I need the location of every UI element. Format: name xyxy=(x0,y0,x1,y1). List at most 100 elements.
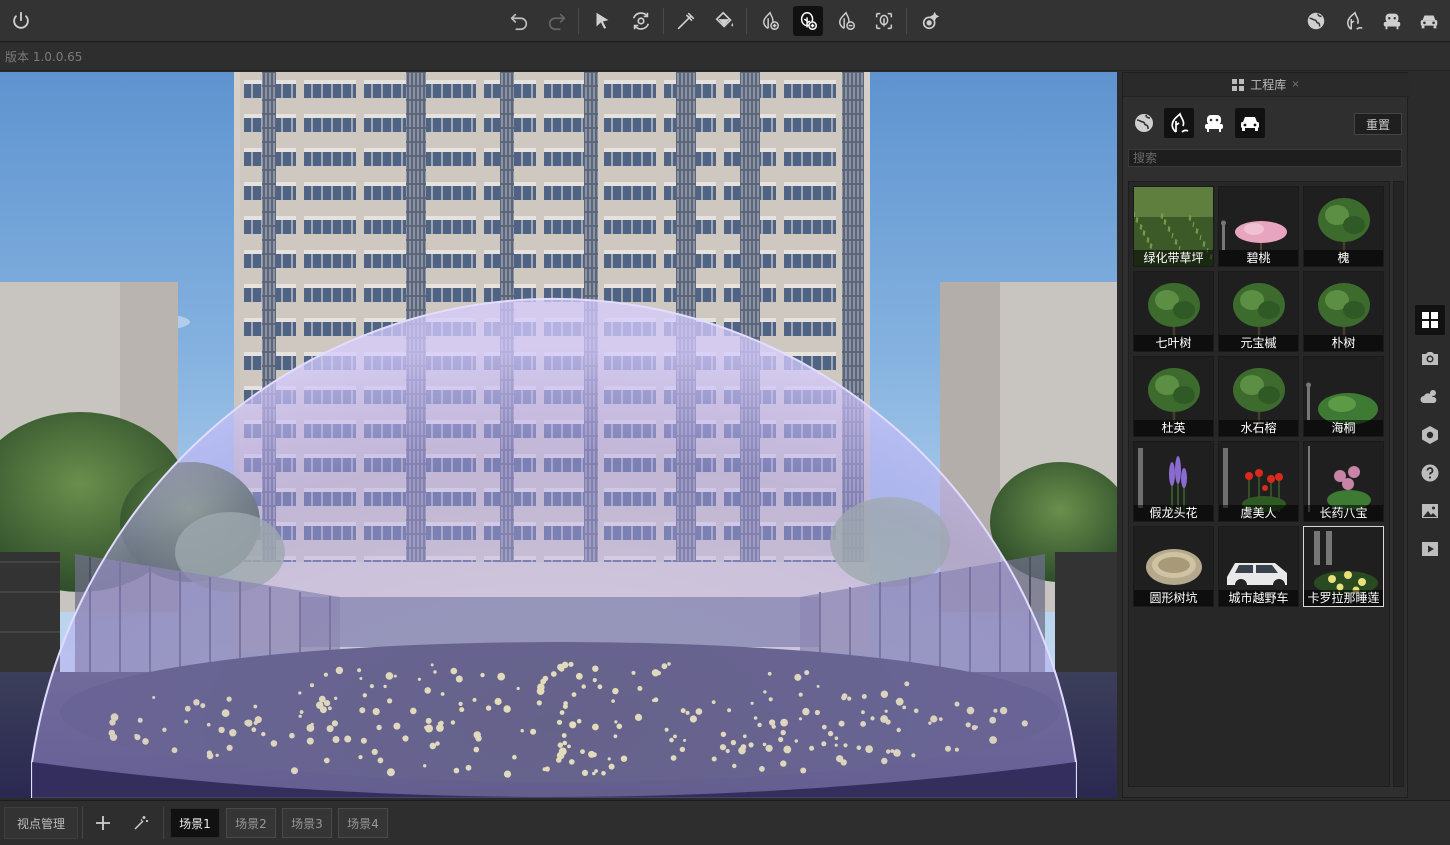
plant-brush-button[interactable] xyxy=(793,6,823,36)
panel-title: 工程库 xyxy=(1250,78,1287,92)
side-tool-strip xyxy=(1410,72,1450,798)
asset-label: 绿化带草坪 xyxy=(1134,250,1213,266)
camera-button[interactable] xyxy=(1415,343,1445,373)
redo-button[interactable] xyxy=(542,6,572,36)
redo-icon xyxy=(548,13,566,31)
play-icon xyxy=(1422,542,1438,556)
power-button[interactable] xyxy=(6,6,36,36)
scene-tab[interactable]: 场景1 xyxy=(170,808,220,838)
top-toolbar xyxy=(0,0,1450,42)
camera-icon xyxy=(1422,352,1438,365)
asset-tile[interactable]: 虞美人 xyxy=(1218,441,1299,522)
plant-remove-icon xyxy=(839,11,855,30)
asset-tile[interactable]: 圆形树坑 xyxy=(1133,526,1214,607)
bottom-bar: 视点管理 场景1 场景2 场景3 场景4 xyxy=(0,800,1450,845)
asset-tile[interactable]: 元宝槭 xyxy=(1218,271,1299,352)
asset-tile[interactable]: 长药八宝 xyxy=(1303,441,1384,522)
asset-tile[interactable]: 绿化带草坪 xyxy=(1133,186,1214,267)
project-library-panel: 工程库 × 重置 绿化带草坪碧桃槐七叶树元宝槭朴树杜英水石榕海桐假龙头花虞美人长… xyxy=(1122,72,1409,798)
furniture-icon xyxy=(1205,115,1223,132)
asset-tile[interactable]: 杜英 xyxy=(1133,356,1214,437)
asset-tile[interactable]: 七叶树 xyxy=(1133,271,1214,352)
plant-icon xyxy=(1347,11,1363,30)
asset-label: 水石榕 xyxy=(1219,420,1298,436)
library-category-vehicles[interactable] xyxy=(1235,108,1265,138)
scene-tab[interactable]: 场景2 xyxy=(226,808,276,838)
plant-add-button[interactable] xyxy=(755,6,785,36)
grid-icon xyxy=(1422,312,1438,328)
grid-icon xyxy=(1232,78,1245,91)
asset-tile[interactable]: 水石榕 xyxy=(1218,356,1299,437)
asset-label: 城市越野车 xyxy=(1219,590,1298,606)
asset-label: 卡罗拉那睡莲 xyxy=(1304,590,1383,606)
3d-viewport[interactable] xyxy=(0,72,1117,798)
eyedropper-button[interactable] xyxy=(671,6,701,36)
asset-tile[interactable]: 海桐 xyxy=(1303,356,1384,437)
globe-category-button[interactable] xyxy=(1301,6,1331,36)
asset-grid-scrollbar[interactable] xyxy=(1393,181,1404,787)
asset-label: 槐 xyxy=(1304,250,1383,266)
library-category-furniture[interactable] xyxy=(1199,108,1229,138)
plant-scatter-button[interactable] xyxy=(869,6,899,36)
weather-icon xyxy=(1420,390,1437,403)
select-tool-button[interactable] xyxy=(587,6,617,36)
asset-tile[interactable]: 卡罗拉那睡莲 xyxy=(1303,526,1384,607)
scene-tab[interactable]: 场景4 xyxy=(338,808,388,838)
paint-bucket-button[interactable] xyxy=(710,6,740,36)
image-button[interactable] xyxy=(1415,496,1445,526)
plant-scatter-icon xyxy=(875,12,893,30)
asset-tile[interactable]: 假龙头花 xyxy=(1133,441,1214,522)
select-arrow-icon xyxy=(596,12,609,29)
magic-wand-button[interactable] xyxy=(129,811,153,835)
furniture-icon xyxy=(1383,13,1401,30)
power-icon xyxy=(13,11,29,29)
reset-button[interactable]: 重置 xyxy=(1354,113,1402,135)
orbit-icon xyxy=(632,12,650,30)
help-button[interactable] xyxy=(1415,458,1445,488)
asset-label: 虞美人 xyxy=(1219,505,1298,521)
play-button[interactable] xyxy=(1415,534,1445,564)
plus-icon xyxy=(96,816,110,830)
magic-wand-icon xyxy=(134,816,148,830)
plant-add-icon xyxy=(763,11,779,30)
plant-remove-button[interactable] xyxy=(831,6,861,36)
undo-button[interactable] xyxy=(504,6,534,36)
asset-label: 海桐 xyxy=(1304,420,1383,436)
asset-label: 碧桃 xyxy=(1219,250,1298,266)
library-category-globe[interactable] xyxy=(1129,108,1159,138)
asset-label: 长药八宝 xyxy=(1304,505,1383,521)
asset-label: 七叶树 xyxy=(1134,335,1213,351)
asset-tile[interactable]: 朴树 xyxy=(1303,271,1384,352)
orbit-tool-button[interactable] xyxy=(626,6,656,36)
weather-button[interactable] xyxy=(1415,382,1445,412)
panel-header: 工程库 × xyxy=(1123,73,1409,97)
asset-label: 朴树 xyxy=(1304,335,1383,351)
plant-brush-icon xyxy=(800,12,817,30)
settings-button[interactable] xyxy=(1415,420,1445,450)
car-category-button[interactable] xyxy=(1414,6,1444,36)
paint-bucket-icon xyxy=(715,11,734,28)
plant-category-button[interactable] xyxy=(1339,6,1369,36)
settings-icon xyxy=(1422,426,1438,444)
asset-tile[interactable]: 碧桃 xyxy=(1218,186,1299,267)
globe-icon xyxy=(1135,114,1153,132)
scene-tab[interactable]: 场景3 xyxy=(282,808,332,838)
asset-label: 杜英 xyxy=(1134,420,1213,436)
asset-label: 元宝槭 xyxy=(1219,335,1298,351)
effect-settings-button[interactable] xyxy=(916,6,946,36)
library-category-plants[interactable] xyxy=(1164,108,1194,138)
search-input[interactable] xyxy=(1128,149,1402,167)
panel-close-button[interactable]: × xyxy=(1291,79,1299,90)
car-icon xyxy=(1420,15,1438,29)
help-icon xyxy=(1421,464,1439,482)
globe-icon xyxy=(1307,12,1325,30)
add-scene-button[interactable] xyxy=(91,811,115,835)
asset-tile[interactable]: 槐 xyxy=(1303,186,1384,267)
viewpoint-manager-button[interactable]: 视点管理 xyxy=(4,807,78,839)
asset-tile[interactable]: 城市越野车 xyxy=(1218,526,1299,607)
effect-settings-icon xyxy=(922,11,940,30)
image-icon xyxy=(1422,504,1438,518)
plant-icon xyxy=(1171,112,1189,133)
furniture-category-button[interactable] xyxy=(1377,6,1407,36)
library-toggle-button[interactable] xyxy=(1415,305,1445,335)
